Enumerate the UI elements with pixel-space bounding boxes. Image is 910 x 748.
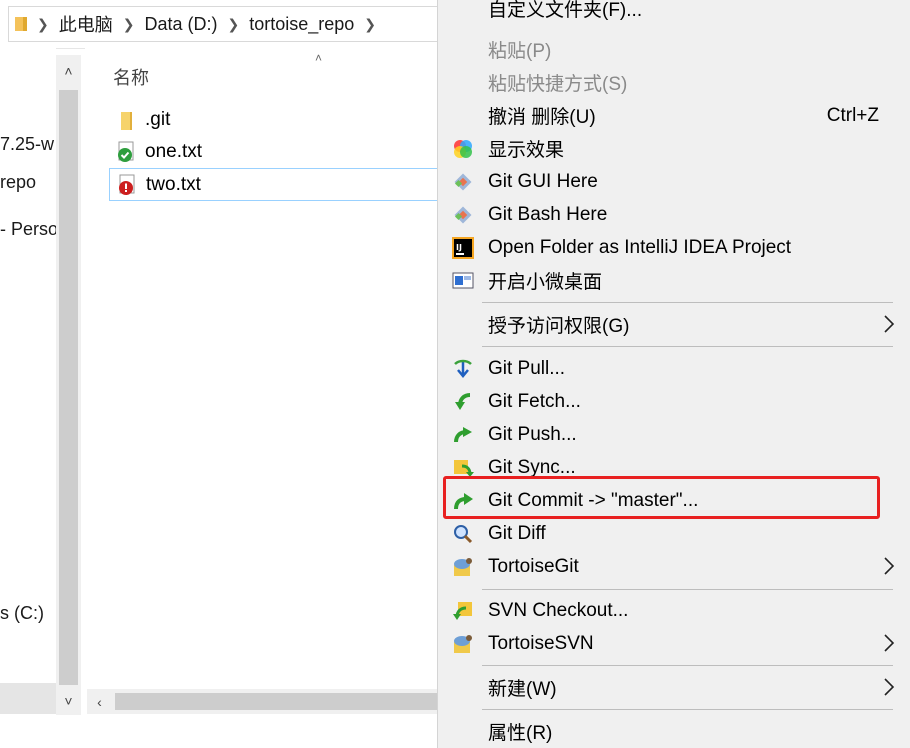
menu-item-grant-access[interactable]: 授予访问权限(G) <box>438 308 910 341</box>
color-wheel-icon <box>452 138 474 160</box>
nav-selection <box>0 683 56 714</box>
menu-item-open-desktop[interactable]: 开启小微桌面 <box>438 264 910 297</box>
breadcrumb-separator-icon: ❯ <box>122 15 135 32</box>
menu-separator <box>482 665 893 666</box>
menu-item-label: Git Diff <box>488 522 546 544</box>
scroll-down-icon[interactable]: ˅ <box>56 688 81 713</box>
menu-separator <box>482 346 893 347</box>
address-field[interactable]: ❯ 此电脑 ❯ Data (D:) ❯ tortoise_repo ❯ <box>8 6 450 42</box>
scroll-up-icon[interactable]: ˄ <box>56 58 81 83</box>
file-name: one.txt <box>145 140 203 162</box>
nav-item[interactable]: repo <box>0 172 36 193</box>
nav-item[interactable]: 7.25-w <box>0 134 54 155</box>
menu-item-label: Git Pull... <box>488 357 566 379</box>
tortoisesvn-icon <box>452 633 474 655</box>
menu-item-git-push[interactable]: Git Push... <box>438 418 910 451</box>
menu-item-label: 开启小微桌面 <box>488 272 603 293</box>
nav-item[interactable]: - Perso <box>0 219 58 240</box>
menu-item-label: 新建(W) <box>488 679 557 700</box>
menu-item-properties[interactable]: 属性(R) <box>438 715 910 748</box>
git-pull-icon <box>452 358 474 380</box>
context-menu: 自定义文件夹(F)... 粘贴(P) 粘贴快捷方式(S) 撤消 删除(U) Ct… <box>437 0 910 748</box>
breadcrumb-this-pc[interactable]: 此电脑 <box>59 11 113 37</box>
menu-item-paste[interactable]: 粘贴(P) <box>438 33 910 66</box>
menu-item-tortoisegit[interactable]: TortoiseGit <box>438 550 910 583</box>
menu-item-label: 授予访问权限(G) <box>488 316 630 337</box>
sort-ascending-icon: ˄ <box>315 51 323 65</box>
svn-checkout-icon <box>452 600 474 622</box>
menu-item-label: TortoiseGit <box>488 555 579 577</box>
scroll-left-icon[interactable]: ‹ <box>87 689 112 714</box>
menu-item-label: Git GUI Here <box>488 170 598 192</box>
nav-scrollbar[interactable]: ˄ ˅ <box>56 55 81 715</box>
highlight-box <box>443 476 880 519</box>
scrollbar-thumb[interactable] <box>59 90 78 685</box>
file-row[interactable]: .git <box>109 104 439 135</box>
menu-item-git-gui[interactable]: Git GUI Here <box>438 165 910 198</box>
chevron-right-icon <box>883 556 895 576</box>
text-file-ok-icon <box>115 141 137 163</box>
menu-item-label: Open Folder as IntelliJ IDEA Project <box>488 236 792 258</box>
breadcrumb-drive[interactable]: Data (D:) <box>144 14 217 35</box>
git-icon <box>452 204 474 226</box>
menu-item-tortoisesvn[interactable]: TortoiseSVN <box>438 627 910 660</box>
menu-item-git-diff[interactable]: Git Diff <box>438 517 910 550</box>
scrollbar-thumb[interactable] <box>115 693 437 710</box>
menu-item-label: 显示效果 <box>488 140 565 161</box>
menu-item-svn-checkout[interactable]: SVN Checkout... <box>438 594 910 627</box>
menu-separator <box>482 302 893 303</box>
desktop-icon <box>452 270 474 292</box>
chevron-right-icon <box>883 633 895 653</box>
nav-item-drive-c[interactable]: s (C:) <box>0 603 44 624</box>
menu-item-label: 属性(R) <box>488 723 553 744</box>
git-push-icon <box>452 424 474 446</box>
breadcrumb-repo[interactable]: tortoise_repo <box>249 14 354 35</box>
menu-item-label: Git Fetch... <box>488 390 581 412</box>
menu-item-git-fetch[interactable]: Git Fetch... <box>438 385 910 418</box>
menu-item-undo-delete[interactable]: 撤消 删除(U) Ctrl+Z <box>438 99 910 132</box>
file-row-selected[interactable]: two.txt <box>109 168 441 201</box>
chevron-right-icon <box>883 677 895 697</box>
menu-item-label: 撤消 删除(U) <box>488 107 596 128</box>
folder-icon <box>15 16 27 32</box>
file-name: .git <box>145 108 171 130</box>
git-fetch-icon <box>452 391 474 413</box>
horizontal-scrollbar[interactable]: ‹ <box>87 689 437 714</box>
git-icon <box>452 171 474 193</box>
chevron-right-icon <box>883 314 895 334</box>
menu-separator <box>482 589 893 590</box>
file-list: ˄ 名称 .git one.txt two.txt <box>85 48 441 688</box>
breadcrumb-separator-icon: ❯ <box>37 15 49 32</box>
menu-item-label: TortoiseSVN <box>488 632 594 654</box>
navigation-pane: 7.25-w repo - Perso s (C:) <box>0 48 58 748</box>
file-row[interactable]: one.txt <box>109 136 439 167</box>
menu-item-git-bash[interactable]: Git Bash Here <box>438 198 910 231</box>
menu-item-label: 粘贴快捷方式(S) <box>488 74 628 95</box>
menu-item-label: 自定义文件夹(F)... <box>488 0 643 21</box>
breadcrumb-separator-icon: ❯ <box>227 15 240 32</box>
menu-item-shortcut: Ctrl+Z <box>826 104 879 126</box>
menu-separator <box>482 709 893 710</box>
breadcrumb-separator-icon: ❯ <box>364 15 377 32</box>
svg-text:IJ: IJ <box>456 243 462 252</box>
menu-item-new[interactable]: 新建(W) <box>438 671 910 704</box>
text-file-modified-icon <box>116 174 138 196</box>
menu-item-display-effects[interactable]: 显示效果 <box>438 132 910 165</box>
address-bar: ❯ 此电脑 ❯ Data (D:) ❯ tortoise_repo ❯ <box>0 0 450 49</box>
menu-item-git-pull[interactable]: Git Pull... <box>438 352 910 385</box>
menu-item-open-intellij[interactable]: IJ Open Folder as IntelliJ IDEA Project <box>438 231 910 264</box>
intellij-icon: IJ <box>452 237 474 259</box>
folder-icon <box>115 109 137 131</box>
tortoisegit-icon <box>452 556 474 578</box>
magnifier-icon <box>452 523 474 545</box>
file-name: two.txt <box>146 173 201 195</box>
menu-item-label: Git Push... <box>488 423 577 445</box>
menu-item-label: 粘贴(P) <box>488 41 552 62</box>
menu-item-label: Git Bash Here <box>488 203 608 225</box>
menu-item-label: SVN Checkout... <box>488 599 629 621</box>
menu-item-customize-folder[interactable]: 自定义文件夹(F)... <box>438 0 910 25</box>
menu-item-paste-shortcut[interactable]: 粘贴快捷方式(S) <box>438 66 910 99</box>
column-header-name[interactable]: 名称 <box>113 64 149 90</box>
